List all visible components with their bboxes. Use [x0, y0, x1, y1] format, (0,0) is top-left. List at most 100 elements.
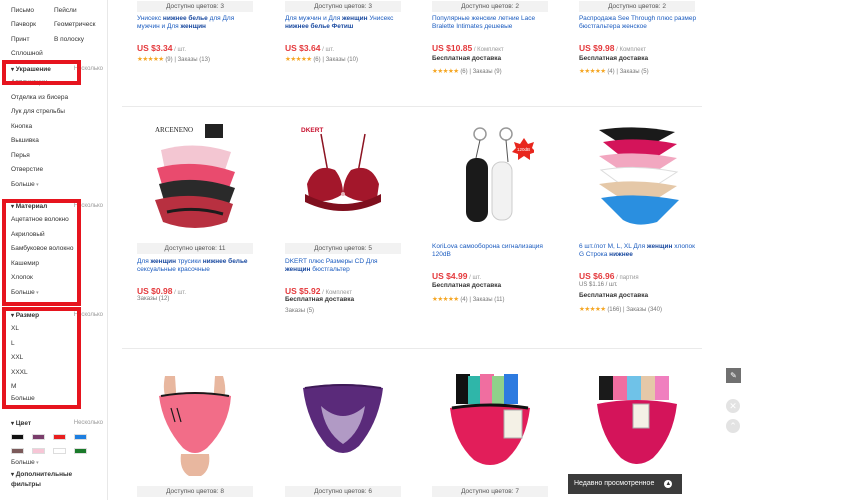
close-button[interactable]: ✕: [726, 399, 740, 413]
material-more-link[interactable]: Больше: [11, 286, 103, 300]
brand-logo: ARCENENO: [155, 126, 193, 134]
material-option[interactable]: Кашемир: [11, 257, 103, 272]
product-rating: ★★★★★ (4) | Заказы (11): [432, 296, 505, 303]
color-swatch[interactable]: [32, 434, 45, 440]
size-option[interactable]: XXXL: [11, 366, 103, 381]
product-image-pack-panties[interactable]: [446, 372, 534, 476]
free-shipping-label: Бесплатная доставка: [432, 282, 502, 289]
size-option[interactable]: XXL: [11, 351, 103, 366]
filter-pattern-item[interactable]: Геометрическ: [54, 21, 97, 28]
product-title[interactable]: KoriLova самооборона сигнализация 120dB: [432, 243, 550, 259]
product-card[interactable]: 6 шт./лот M, L, XL Для женщин хлопок G С…: [579, 122, 697, 313]
product-image-bra[interactable]: DKERT: [299, 122, 387, 238]
filter-pattern-item[interactable]: Сплошной: [11, 50, 54, 57]
product-image-briefs[interactable]: [151, 366, 239, 476]
color-swatch[interactable]: [74, 434, 87, 440]
size-multi-select[interactable]: Несколько: [74, 312, 103, 318]
decoration-more-link[interactable]: Больше: [11, 178, 103, 192]
orders-count: Заказы (12): [137, 296, 170, 302]
color-swatch-grid: [11, 434, 103, 454]
product-title[interactable]: Унисекс нижнее белье для Для мужчин и Дл…: [137, 15, 255, 31]
product-rating: ★★★★★ (9) | Заказы (13): [137, 56, 210, 63]
row-divider: [122, 106, 702, 107]
size-section-title[interactable]: Размер: [11, 312, 39, 319]
size-more-link[interactable]: Больше: [11, 395, 103, 403]
decoration-multi-select[interactable]: Несколько: [74, 66, 103, 72]
filter-pattern-item[interactable]: Письмо: [11, 7, 54, 14]
pattern-filter-grid: Письмо Пейсли Пачворк Геометрическ Принт В …: [11, 3, 107, 61]
product-title[interactable]: 6 шт./лот M, L, XL Для женщин хлопок G С…: [579, 243, 697, 259]
product-image-panties[interactable]: ARCENENO: [151, 122, 239, 238]
product-price: US $3.34 / шт.: [137, 43, 187, 53]
material-section-title[interactable]: Материал: [11, 203, 48, 210]
available-colors: Доступно цветов: 7: [432, 486, 548, 497]
product-title[interactable]: Распродажа See Through плюс размер бюстг…: [579, 15, 697, 31]
decoration-option[interactable]: Вышивка: [11, 134, 103, 149]
material-option[interactable]: Хлопок: [11, 271, 103, 286]
decoration-section-title[interactable]: Украшение: [11, 66, 51, 73]
available-colors: Доступно цветов: 3: [285, 1, 401, 12]
material-multi-select[interactable]: Несколько: [74, 203, 103, 209]
scroll-up-button[interactable]: ⌃: [726, 419, 740, 433]
chevron-up-icon: ⌃: [729, 421, 737, 431]
recently-viewed-bar[interactable]: Недавно просмотренное ▲: [568, 474, 682, 494]
product-card[interactable]: ARCENENO Доступно цветов: 11 Для женщин …: [137, 122, 253, 312]
color-swatch[interactable]: [32, 448, 45, 454]
decoration-option[interactable]: Перья: [11, 149, 103, 164]
product-price: US $4.99 / шт.: [432, 271, 482, 281]
size-option[interactable]: XL: [11, 322, 103, 337]
product-image-cotton-panties[interactable]: [593, 374, 681, 476]
product-rating: ★★★★★ (6) | Заказы (10): [285, 56, 358, 63]
color-swatch[interactable]: [53, 448, 66, 454]
extra-filters-link[interactable]: Дополнительные фильтры: [11, 470, 103, 489]
filter-pattern-item[interactable]: Принт: [11, 36, 54, 43]
color-swatch[interactable]: [11, 434, 24, 440]
decoration-filter-section: Украшение Несколько Аппликации Отделка и…: [11, 62, 103, 192]
material-option[interactable]: Ацетатное волокно: [11, 213, 103, 228]
color-more-link[interactable]: Больше: [11, 456, 103, 470]
free-shipping-label: Бесплатная доставка: [285, 296, 355, 303]
color-section-title[interactable]: Цвет: [11, 420, 31, 427]
product-card[interactable]: 120dB KoriLova самооборона сигнализация …: [432, 122, 548, 312]
size-option[interactable]: L: [11, 337, 103, 352]
product-image-thongs[interactable]: [593, 122, 681, 238]
row-divider: [122, 348, 702, 349]
decoration-option[interactable]: Отверстие: [11, 163, 103, 178]
filter-pattern-item[interactable]: Пачворк: [11, 21, 54, 28]
unit-price: US $1.16 / шт.: [579, 282, 618, 288]
material-option[interactable]: Акриловый: [11, 228, 103, 243]
decoration-option[interactable]: Отделка из бисера: [11, 91, 103, 106]
material-option[interactable]: Бамбуковое волокно: [11, 242, 103, 257]
product-title[interactable]: DKERT плюс Размеры CD Для женщин бюстгал…: [285, 258, 403, 274]
brand-logo: DKERT: [301, 127, 323, 134]
filter-pattern-item[interactable]: Пейсли: [54, 7, 97, 14]
product-rating: ★★★★★ (4) | Заказы (5): [579, 68, 649, 75]
color-multi-select[interactable]: Несколько: [74, 420, 103, 426]
product-price: US $3.64 / шт.: [285, 43, 335, 53]
size-filter-section: Размер Несколько XL L XXL XXXL M Больше: [11, 308, 103, 403]
available-colors: Доступно цветов: 6: [285, 486, 401, 497]
color-swatch[interactable]: [53, 434, 66, 440]
size-option[interactable]: M: [11, 380, 103, 395]
product-card[interactable]: DKERT Доступно цветов: 5 DKERT плюс Разм…: [285, 122, 403, 314]
color-swatch[interactable]: [11, 448, 24, 454]
decoration-option[interactable]: Лук для стрельбы: [11, 105, 103, 120]
edit-button[interactable]: ✎: [726, 368, 741, 383]
filter-pattern-item[interactable]: В полоску: [54, 36, 97, 43]
product-price: US $6.96 / партия: [579, 271, 639, 281]
pencil-icon: ✎: [730, 371, 737, 380]
decoration-option[interactable]: Аппликации: [11, 76, 103, 91]
color-swatch[interactable]: [74, 448, 87, 454]
product-price: US $0.98 / шт.: [137, 286, 187, 296]
chevron-up-icon[interactable]: ▲: [664, 480, 673, 488]
product-title[interactable]: Для женщин трусики нижнее белье сексуаль…: [137, 258, 255, 274]
product-image-lace-panties[interactable]: [299, 366, 387, 476]
product-rating: ★★★★★ (6) | Заказы (9): [432, 68, 502, 75]
available-colors: Доступно цветов: 8: [137, 486, 253, 497]
orders-count: Заказы (5): [285, 308, 315, 314]
product-title[interactable]: Для мужчин и Для женщин Унисекс нижнее б…: [285, 15, 403, 31]
decoration-option[interactable]: Кнопка: [11, 120, 103, 135]
product-image-alarm[interactable]: 120dB: [446, 122, 534, 238]
badge-label: 120dB: [517, 147, 530, 152]
product-title[interactable]: Популярные женские летние Lace Bralette …: [432, 15, 550, 31]
